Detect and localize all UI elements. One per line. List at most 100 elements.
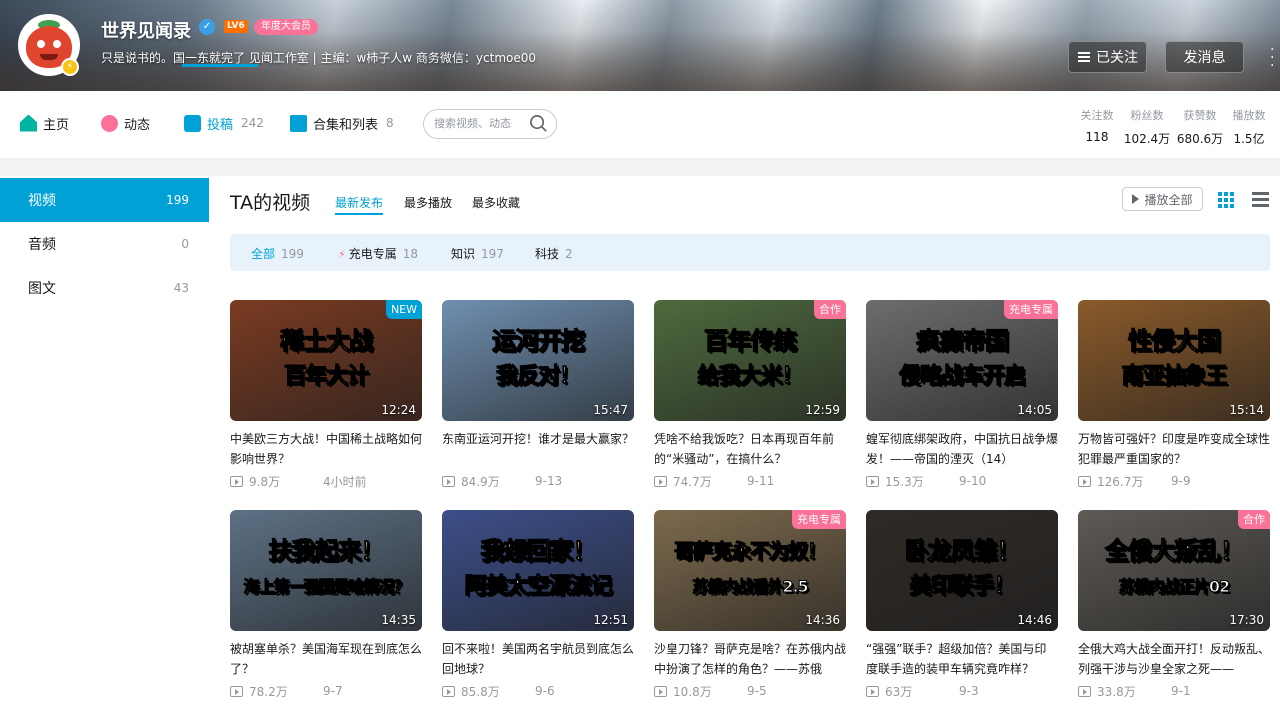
play-count: 84.9万 <box>461 474 500 489</box>
sidebar-item-label: 音频 <box>28 237 56 253</box>
tab-dynamic-label: 动态 <box>124 117 151 133</box>
sidebar-item-video[interactable]: 视频 199 <box>0 178 209 222</box>
publish-date: 9-3 <box>959 684 979 698</box>
play-count: 63万 <box>885 684 913 699</box>
sort-most-played[interactable]: 最多播放 <box>404 194 452 211</box>
play-all-label: 播放全部 <box>1144 192 1193 207</box>
video-card[interactable]: 哥萨克永不为奴！ 苏俄内战番外2.5 充电专属 14:36 沙皇刀锋？哥萨克是啥？在苏俄… <box>654 510 846 701</box>
sidebar-item-audio[interactable]: 音频 0 <box>0 222 209 266</box>
filter-all[interactable]: 全部 199 <box>251 245 304 262</box>
video-thumbnail[interactable]: 性侵大国 南亚抽象王 15:14 <box>1078 300 1270 421</box>
video-title[interactable]: “强强”联手？超级加倍？美国与印度联手造的装甲车辆究竟咋样？ <box>866 639 1058 679</box>
play-count-icon <box>866 475 879 487</box>
video-card[interactable]: 稀土大战 百年大计 NEW 12:24 中美欧三方大战！中国稀土战略如何影响世界？ 9.8… <box>230 300 422 491</box>
tab-posts-label: 投稿 <box>207 117 234 133</box>
video-duration: 12:59 <box>805 403 840 417</box>
video-thumbnail[interactable]: 卧龙凤雏！ 美印联手！ 14:46 <box>866 510 1058 631</box>
video-card[interactable]: 百年传统 给我大米！ 合作 12:59 凭啥不给我饭吃？日本再现百年前的“米骚动”，在搞… <box>654 300 846 491</box>
video-title[interactable]: 凭啥不给我饭吃？日本再现百年前的“米骚动”，在搞什么？ <box>654 429 846 469</box>
tab-collections-label: 合集和列表 <box>313 117 379 133</box>
video-card[interactable]: 运河开挖 我反对！ 15:47 东南亚运河开挖！谁才是最大赢家？ 84.9万 9-13 <box>442 300 634 491</box>
video-card[interactable]: 扶我起来！ 海上第一强国是啥情况？ 14:35 被胡塞单杀？美国海军现在到底怎么了？ 7… <box>230 510 422 701</box>
stat-fans[interactable]: 粉丝数 102.4万 <box>1123 107 1171 147</box>
publish-date: 9-9 <box>1171 474 1191 488</box>
level-badge: LV6 <box>224 20 248 33</box>
video-title[interactable]: 回不来啦！美国两名宇航员到底怎么回地球？ <box>442 639 634 679</box>
play-all-button[interactable]: 播放全部 <box>1122 187 1203 211</box>
publish-date: 9-5 <box>747 684 767 698</box>
more-menu-icon[interactable]: · · · <box>1270 43 1276 73</box>
sidebar-item-article[interactable]: 图文 43 <box>0 266 209 310</box>
play-count-icon <box>230 475 243 487</box>
thumbnail-caption: 苏俄内战正片02 <box>1118 577 1230 597</box>
video-thumbnail[interactable]: 全俄大叛乱！ 苏俄内战正片02 合作 17:30 <box>1078 510 1270 631</box>
search-icon[interactable] <box>529 114 548 133</box>
video-thumbnail[interactable]: 哥萨克永不为奴！ 苏俄内战番外2.5 充电专属 14:36 <box>654 510 846 631</box>
thumbnail-caption: 运河开挖 <box>492 327 586 356</box>
play-count-icon <box>654 685 667 697</box>
video-title[interactable]: 蝗军彻底绑架政府，中国抗日战争爆发！——帝国的湮灭（14） <box>866 429 1058 469</box>
thumbnail-caption: 稀土大战 <box>280 327 374 356</box>
video-title[interactable]: 万物皆可强奸？印度是咋变成全球性犯罪最严重国家的？ <box>1078 429 1270 469</box>
stat-likes: 获赞数 680.6万 <box>1176 107 1224 147</box>
video-title[interactable]: 沙皇刀锋？哥萨克是啥？在苏俄内战中扮演了怎样的角色？——苏俄 <box>654 639 846 679</box>
sort-latest[interactable]: 最新发布 <box>335 194 383 211</box>
video-duration: 17:30 <box>1229 613 1264 627</box>
tab-posts[interactable]: 投稿 242 <box>184 91 264 155</box>
video-title[interactable]: 东南亚运河开挖！谁才是最大赢家？ <box>442 429 634 469</box>
sidebar-item-count: 0 <box>181 237 189 251</box>
video-title[interactable]: 中美欧三方大战！中国稀土战略如何影响世界？ <box>230 429 422 469</box>
video-title[interactable]: 全俄大鸡大战全面开打！反动叛乱、列强干涉与沙皇全家之死—— <box>1078 639 1270 679</box>
grid-view-icon[interactable] <box>1218 192 1234 208</box>
tab-dynamic[interactable]: 动态 <box>101 91 150 155</box>
thumbnail-caption: 南亚抽象王 <box>1121 364 1228 390</box>
thumbnail-caption: 我反对！ <box>495 364 581 390</box>
video-thumbnail[interactable]: 运河开挖 我反对！ 15:47 <box>442 300 634 421</box>
video-duration: 12:51 <box>593 613 628 627</box>
sort-most-favorited[interactable]: 最多收藏 <box>472 194 520 211</box>
tab-collections[interactable]: 合集和列表 8 <box>290 91 394 155</box>
list-view-icon[interactable] <box>1252 192 1269 208</box>
publish-date: 9-11 <box>747 474 775 488</box>
video-card[interactable]: 性侵大国 南亚抽象王 15:14 万物皆可强奸？印度是咋变成全球性犯罪最严重国家的？ 1… <box>1078 300 1270 491</box>
video-tag-badge: 充电专属 <box>1004 300 1058 319</box>
video-card[interactable]: 疯癫帝国 侵略战车开启 充电专属 14:05 蝗军彻底绑架政府，中国抗日战争爆发！——帝… <box>866 300 1058 491</box>
video-title[interactable]: 被胡塞单杀？美国海军现在到底怎么了？ <box>230 639 422 679</box>
thumbnail-caption: 卧龙凤雏！ <box>904 537 1021 566</box>
video-card[interactable]: 全俄大叛乱！ 苏俄内战正片02 合作 17:30 全俄大鸡大战全面开打！反动叛乱、列强干… <box>1078 510 1270 701</box>
video-meta: 63万 9-3 <box>866 681 1058 701</box>
play-count-icon <box>866 685 879 697</box>
tab-home[interactable]: 主页 <box>20 91 69 155</box>
play-count-icon <box>442 475 455 487</box>
sidebar-item-label: 视频 <box>28 193 56 209</box>
publish-date: 9-6 <box>535 684 555 698</box>
video-card[interactable]: 我想回家！ 阿美太空漂流记 12:51 回不来啦！美国两名宇航员到底怎么回地球？ 85.… <box>442 510 634 701</box>
follow-button[interactable]: 已关注 <box>1068 41 1147 73</box>
publish-date: 9-13 <box>535 474 563 488</box>
video-meta: 10.8万 9-5 <box>654 681 846 701</box>
play-count-icon <box>1078 685 1091 697</box>
filter-tech[interactable]: 科技 2 <box>535 245 573 262</box>
filter-knowledge[interactable]: 知识 197 <box>451 245 504 262</box>
video-card[interactable]: 卧龙凤雏！ 美印联手！ 14:46 “强强”联手？超级加倍？美国与印度联手造的装甲车辆… <box>866 510 1058 701</box>
thumbnail-caption: 性侵大国 <box>1128 327 1222 356</box>
stat-label: 获赞数 <box>1183 109 1217 122</box>
video-thumbnail[interactable]: 我想回家！ 阿美太空漂流记 12:51 <box>442 510 634 631</box>
video-thumbnail[interactable]: 稀土大战 百年大计 NEW 12:24 <box>230 300 422 421</box>
video-meta: 33.8万 9-1 <box>1078 681 1270 701</box>
publish-date: 9-10 <box>959 474 987 488</box>
thumbnail-caption: 美印联手！ <box>909 574 1016 600</box>
followed-icon <box>1078 52 1090 62</box>
active-tab-underline <box>182 64 258 67</box>
video-thumbnail[interactable]: 疯癫帝国 侵略战车开启 充电专属 14:05 <box>866 300 1058 421</box>
lightning-icon: ⚡ <box>338 248 346 261</box>
follow-label: 已关注 <box>1096 50 1138 66</box>
video-thumbnail[interactable]: 百年传统 给我大米！ 合作 12:59 <box>654 300 846 421</box>
play-count: 15.3万 <box>885 474 924 489</box>
home-icon <box>20 114 37 132</box>
stat-following[interactable]: 关注数 118 <box>1077 107 1117 144</box>
video-thumbnail[interactable]: 扶我起来！ 海上第一强国是啥情况？ 14:35 <box>230 510 422 631</box>
message-button[interactable]: 发消息 <box>1165 41 1244 73</box>
video-tag-badge: 合作 <box>1238 510 1270 529</box>
filter-charge-exclusive[interactable]: ⚡ 充电专属 18 <box>338 245 418 262</box>
